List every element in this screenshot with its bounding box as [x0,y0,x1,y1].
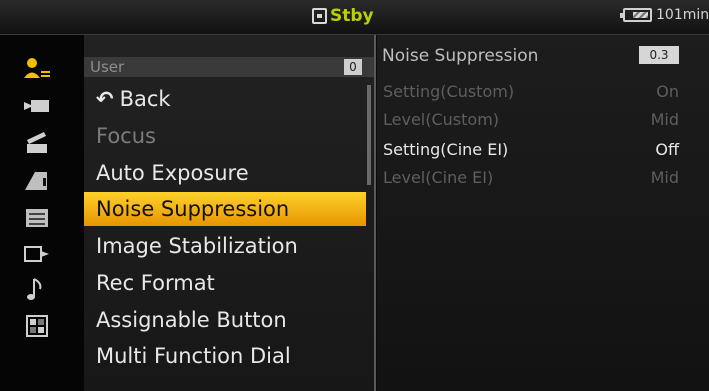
detail-row-label: Setting(Custom) [383,82,515,101]
menu-header-label: User [90,58,125,76]
user-menu-list: User 0 ↶ Back Focus Auto Exposure Noise S… [84,35,376,391]
standby-indicator: Stby [312,6,374,26]
detail-row-value: On [656,82,679,101]
detail-title: Noise Suppression [382,46,539,66]
menu-header: User 0 [84,57,374,77]
menu-item-rec-format[interactable]: Rec Format [84,266,364,300]
detail-row-level-cine-ei[interactable]: Level(Cine EI) Mid [377,166,687,190]
remaining-time: 101min [656,7,709,23]
menu-item-label: Rec Format [96,271,215,295]
detail-row-label: Setting(Cine EI) [383,140,509,159]
battery-icon [620,8,652,22]
clapper-icon[interactable] [17,127,57,157]
detail-row-label: Level(Cine EI) [383,168,494,187]
menu-item-label: Assignable Button [96,308,287,332]
audio-icon[interactable] [17,275,57,305]
camera-icon[interactable] [17,91,57,121]
menu-item-label: Back [119,87,171,111]
menu-item-multi-function-dial[interactable]: Multi Function Dial [84,339,364,373]
menu-item-label: Auto Exposure [96,161,249,185]
tc-icon[interactable] [17,203,57,233]
category-icon-column [0,35,84,391]
back-icon: ↶ [96,87,114,111]
user-menu-icon[interactable] [17,53,57,83]
detail-row-setting-custom[interactable]: Setting(Custom) On [377,80,687,104]
detail-row-label: Level(Custom) [383,110,500,129]
detail-row-value: Mid [650,168,679,187]
output-icon[interactable] [17,239,57,269]
grid-icon[interactable] [17,311,57,341]
menu-item-back[interactable]: ↶ Back [84,82,364,116]
detail-page-indicator: 0.3 [639,46,679,64]
menu-item-assignable-button[interactable]: Assignable Button [84,303,364,337]
detail-row-value: Mid [650,110,679,129]
menu-page-indicator: 0 [344,59,362,75]
menu-item-noise-suppression[interactable]: Noise Suppression [84,192,366,226]
standby-label: Stby [330,6,374,26]
menu-item-label: Focus [96,124,156,148]
detail-row-setting-cine-ei[interactable]: Setting(Cine EI) Off [377,138,687,162]
menu-item-label: Noise Suppression [96,197,290,221]
camera-menu-screen: Stby 101min User 0 ↶ Back Focus Auto Exp… [0,0,709,391]
standby-icon [312,8,327,24]
menu-item-label: Image Stabilization [96,234,298,258]
menu-item-auto-exposure[interactable]: Auto Exposure [84,156,364,190]
detail-header: Noise Suppression 0.3 [377,43,709,69]
menu-item-focus[interactable]: Focus [84,119,364,153]
menu-item-image-stabilization[interactable]: Image Stabilization [84,229,364,263]
menu-scrollbar[interactable] [367,85,371,185]
detail-panel: Noise Suppression 0.3 Setting(Custom) On… [377,35,709,391]
status-bar: Stby 101min [0,0,709,35]
detail-row-level-custom[interactable]: Level(Custom) Mid [377,108,687,132]
menu-item-label: Multi Function Dial [96,344,291,368]
paint-icon[interactable] [17,165,57,195]
detail-row-value: Off [655,140,679,159]
